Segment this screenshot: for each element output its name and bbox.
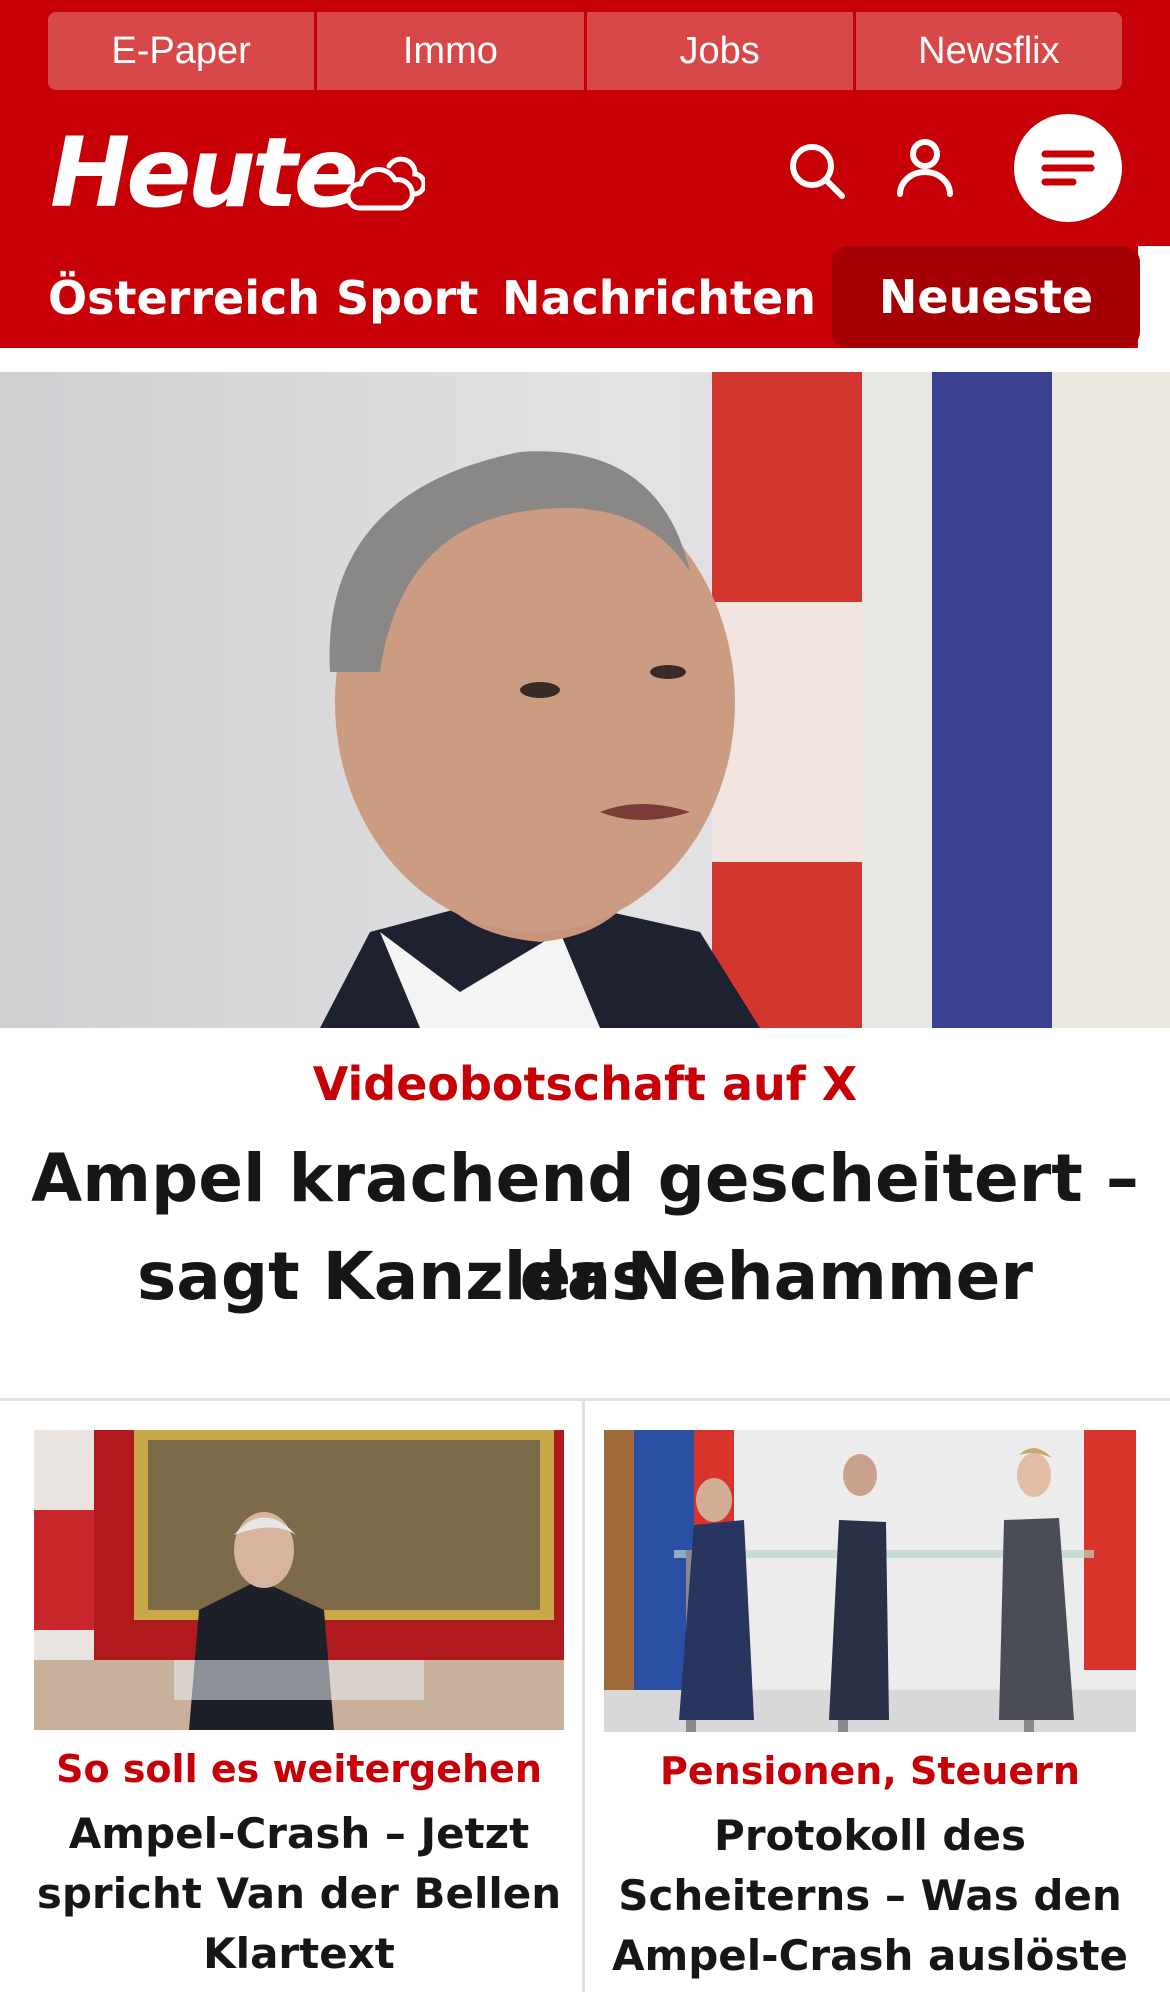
card-2-title-line-1[interactable]: Protokoll des	[604, 1806, 1136, 1866]
search-icon[interactable]	[786, 140, 848, 202]
card-2-photo	[604, 1430, 1136, 1732]
card-2-image[interactable]	[604, 1430, 1136, 1732]
weather-cloud-icon[interactable]	[345, 152, 425, 216]
header-edge	[1138, 246, 1170, 348]
card-2-title-line-2[interactable]: Scheiterns – Was den	[604, 1866, 1136, 1926]
topnav-newsflix[interactable]: Newsflix	[855, 12, 1122, 90]
menu-icon	[1041, 150, 1095, 186]
card-1-kicker[interactable]: So soll es weitergehen	[34, 1744, 564, 1794]
section-divider	[0, 1398, 1170, 1401]
topnav-epaper[interactable]: E-Paper	[48, 12, 318, 90]
user-icon[interactable]	[894, 136, 956, 198]
hero-kicker[interactable]: Videobotschaft auf X	[0, 1054, 1170, 1114]
card-1-photo	[34, 1430, 564, 1730]
hero-image[interactable]	[0, 372, 1170, 1028]
nav-nachrichten[interactable]: Nachrichten	[502, 270, 816, 326]
card-2-kicker[interactable]: Pensionen, Steuern	[604, 1746, 1136, 1796]
hero-photo	[0, 372, 1170, 1028]
menu-button[interactable]	[1014, 114, 1122, 222]
section-nav: Österreich Sport Nachrichten Neueste	[0, 246, 1140, 348]
card-1-title-line-1[interactable]: Ampel-Crash – Jetzt	[34, 1804, 564, 1864]
card-1-image[interactable]	[34, 1430, 564, 1730]
nav-oesterreich[interactable]: Österreich	[48, 270, 320, 326]
nav-sport[interactable]: Sport	[336, 270, 478, 326]
card-2-title-line-3[interactable]: Ampel-Crash auslöste	[604, 1926, 1136, 1986]
nav-neueste-tab[interactable]: Neueste	[832, 246, 1140, 348]
hero-headline-line-2[interactable]: sagt Kanzler Nehammer	[0, 1228, 1170, 1326]
column-divider	[582, 1398, 585, 1992]
topnav-jobs[interactable]: Jobs	[586, 12, 856, 90]
top-nav: E-Paper Immo Jobs Newsflix	[48, 12, 1122, 90]
site-logo[interactable]: Heute	[50, 125, 359, 221]
card-1-title-line-2[interactable]: spricht Van der Bellen	[34, 1864, 564, 1924]
card-1-title-line-3[interactable]: Klartext	[34, 1924, 564, 1984]
topnav-immo[interactable]: Immo	[317, 12, 587, 90]
